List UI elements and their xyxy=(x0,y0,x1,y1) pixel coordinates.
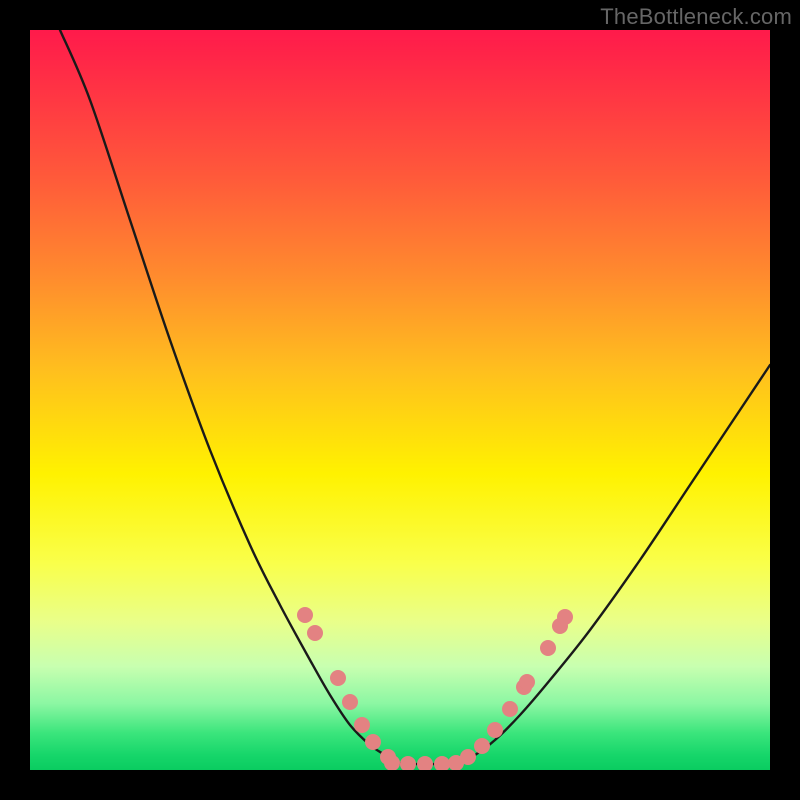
series-right-curve xyxy=(460,365,770,762)
marker-dot xyxy=(330,670,346,686)
plot-area xyxy=(30,30,770,770)
marker-dot xyxy=(434,756,450,770)
marker-dot xyxy=(502,701,518,717)
marker-dot xyxy=(519,674,535,690)
marker-dot xyxy=(448,755,464,770)
marker-dot xyxy=(400,756,416,770)
curves-svg xyxy=(30,30,770,770)
marker-layer xyxy=(297,607,573,770)
marker-dot xyxy=(307,625,323,641)
marker-dot xyxy=(365,734,381,750)
marker-dot xyxy=(557,609,573,625)
marker-dot xyxy=(297,607,313,623)
marker-dot xyxy=(540,640,556,656)
marker-dot xyxy=(516,679,532,695)
watermark-text: TheBottleneck.com xyxy=(600,4,792,30)
marker-dot xyxy=(380,749,396,765)
marker-dot xyxy=(342,694,358,710)
marker-dot xyxy=(384,755,400,770)
curve-layer xyxy=(60,30,770,764)
marker-dot xyxy=(354,717,370,733)
chart-stage: TheBottleneck.com xyxy=(0,0,800,800)
marker-dot xyxy=(487,722,503,738)
series-flat-bottom xyxy=(385,762,460,764)
marker-dot xyxy=(474,738,490,754)
marker-dot xyxy=(552,618,568,634)
marker-dot xyxy=(460,749,476,765)
marker-dot xyxy=(417,756,433,770)
series-left-curve xyxy=(60,30,395,762)
